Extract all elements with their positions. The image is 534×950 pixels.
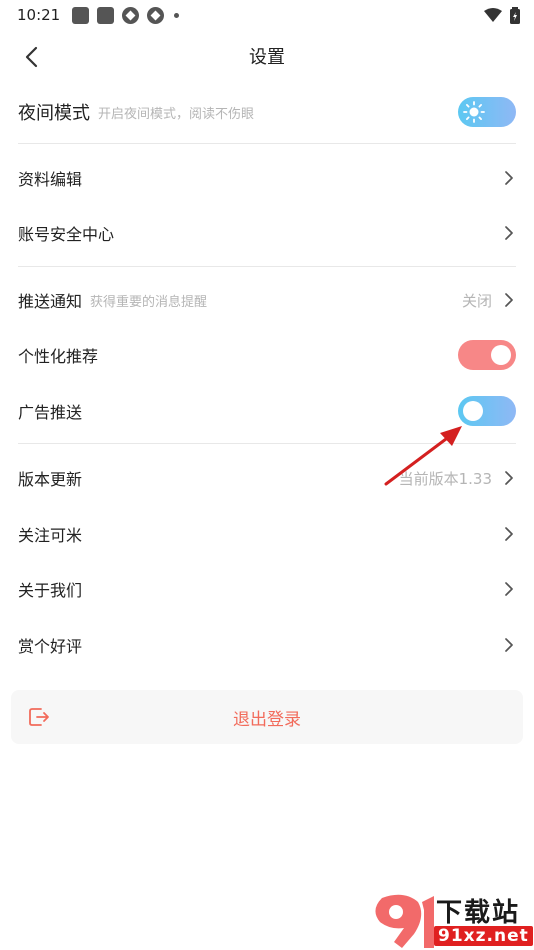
row-right	[458, 340, 516, 370]
night-mode-subtitle: 开启夜间模式，阅读不伤眼	[98, 106, 255, 122]
about-us-label: 关于我们	[18, 581, 83, 600]
push-notification-label: 推送通知	[18, 292, 83, 311]
personalized-recommend-toggle[interactable]	[458, 340, 516, 370]
logout-label: 退出登录	[233, 709, 301, 730]
back-arrow-icon	[25, 46, 38, 68]
status-right	[484, 6, 520, 24]
status-time: 10:21	[17, 6, 61, 24]
divider	[18, 266, 516, 267]
chevron-right-icon	[505, 171, 513, 185]
wifi-icon	[484, 8, 502, 22]
toggle-knob	[463, 401, 483, 421]
back-button[interactable]	[18, 44, 44, 70]
chevron-right-icon	[505, 582, 513, 596]
account-security-row[interactable]: 账号安全中心	[0, 205, 534, 261]
night-mode-label: 夜间模式	[18, 103, 90, 124]
profile-edit-row[interactable]: 资料编辑	[0, 150, 534, 206]
divider	[18, 143, 516, 144]
divider	[18, 443, 516, 444]
follow-row[interactable]: 关注可米	[0, 506, 534, 562]
follow-label: 关注可米	[18, 526, 83, 545]
row-right	[502, 527, 516, 541]
night-mode-toggle[interactable]	[458, 97, 516, 127]
account-security-label: 账号安全中心	[18, 225, 115, 244]
row-right	[502, 226, 516, 240]
chevron-right-icon	[505, 226, 513, 240]
ad-push-toggle[interactable]	[458, 396, 516, 426]
row-right	[502, 582, 516, 596]
row-right: 当前版本1.33	[399, 468, 516, 489]
personalized-recommend-row: 个性化推荐	[0, 327, 534, 383]
push-notification-subtitle: 获得重要的消息提醒	[90, 294, 208, 310]
chevron-right-icon	[505, 293, 513, 307]
sun-icon	[463, 101, 485, 123]
watermark-title: 下载站	[436, 898, 521, 928]
chevron-right-icon	[505, 471, 513, 485]
about-us-row[interactable]: 关于我们	[0, 561, 534, 617]
ad-push-label: 广告推送	[18, 403, 83, 422]
status-bar: 10:21	[0, 0, 534, 30]
version-update-row[interactable]: 版本更新 当前版本1.33	[0, 450, 534, 506]
chevron-right-icon	[505, 638, 513, 652]
notification-icon	[122, 6, 140, 24]
row-right: 关闭	[462, 290, 516, 311]
night-mode-row: 夜间模式 开启夜间模式，阅读不伤眼	[0, 84, 534, 140]
personalized-recommend-label: 个性化推荐	[18, 347, 99, 366]
night-mode-right	[458, 97, 516, 127]
battery-icon	[510, 6, 520, 24]
notification-icon	[147, 6, 165, 24]
row-right	[502, 171, 516, 185]
version-update-value: 当前版本1.33	[398, 469, 492, 488]
rate-label: 赏个好评	[18, 637, 83, 656]
rate-row[interactable]: 赏个好评	[0, 617, 534, 673]
logout-button[interactable]: 退出登录	[11, 690, 523, 744]
more-notifications-icon	[174, 12, 180, 18]
profile-edit-label: 资料编辑	[18, 170, 83, 189]
row-right	[458, 396, 516, 426]
notification-icon	[97, 6, 115, 24]
row-right	[502, 638, 516, 652]
page-title: 设置	[249, 47, 285, 68]
chevron-right-icon	[505, 527, 513, 541]
logout-icon	[29, 708, 49, 726]
push-notification-value: 关闭	[461, 291, 492, 310]
nav-bar: 设置	[0, 34, 534, 78]
version-update-label: 版本更新	[18, 470, 83, 489]
toggle-knob	[491, 345, 511, 365]
ad-push-row: 广告推送	[0, 383, 534, 439]
notification-icon	[72, 6, 90, 24]
push-notification-row[interactable]: 推送通知 获得重要的消息提醒 关闭	[0, 272, 534, 328]
watermark-url: 91xz.net	[434, 926, 533, 946]
